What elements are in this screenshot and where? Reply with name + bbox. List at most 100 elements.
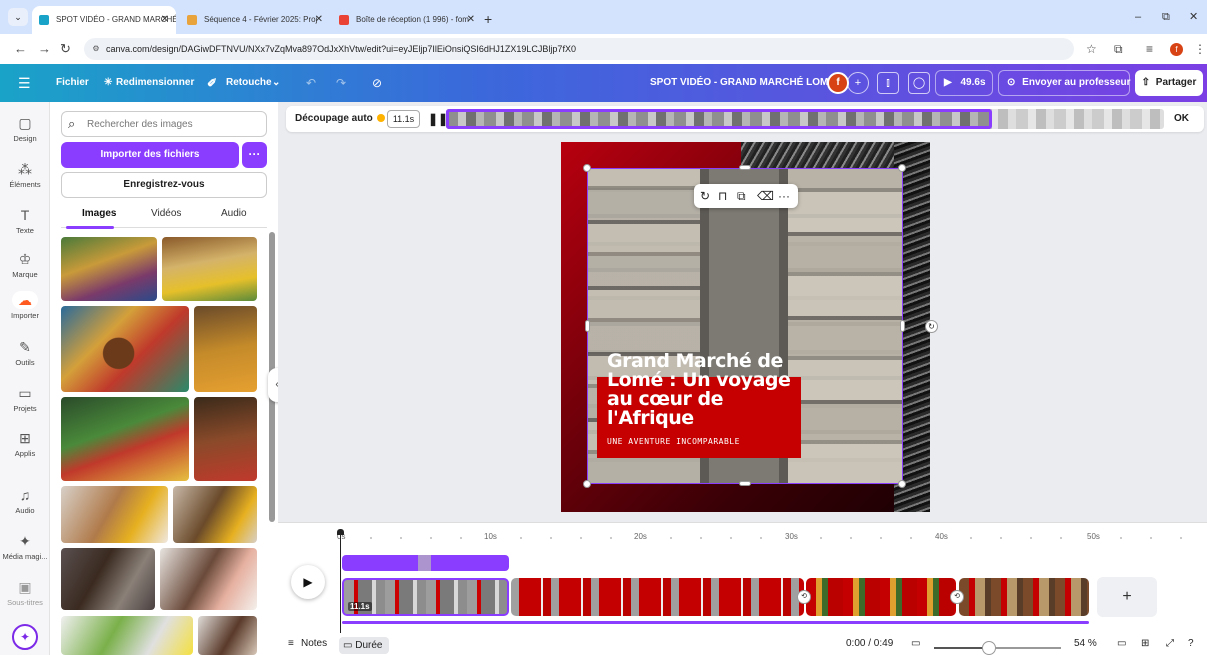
register-button[interactable]: Enregistrez-vous: [61, 172, 267, 198]
share-button[interactable]: ⇧ Partager: [1135, 70, 1203, 96]
send-to-teacher-button[interactable]: ⊙ Envoyer au professeur: [998, 70, 1131, 96]
forward-arrow-icon[interactable]: →: [38, 40, 51, 58]
resize-handle[interactable]: [739, 481, 751, 486]
image-thumbnail[interactable]: [61, 548, 155, 610]
image-thumbnail[interactable]: [61, 397, 189, 481]
rail-item-brand[interactable]: ♔ Marque: [0, 250, 50, 279]
timeline-play-button[interactable]: ▶: [291, 565, 325, 599]
image-thumbnail[interactable]: [160, 548, 257, 610]
replace-rotate-icon[interactable]: ↻: [700, 184, 710, 208]
image-thumbnail[interactable]: [61, 486, 168, 543]
lock-icon[interactable]: ⊓: [718, 184, 727, 208]
trim-ok-button[interactable]: OK: [1174, 106, 1189, 132]
back-arrow-icon[interactable]: ←: [14, 40, 27, 58]
retouch-menu[interactable]: Retouche: [226, 64, 272, 102]
import-files-button[interactable]: Importer des fichiers: [61, 142, 239, 168]
restore-button[interactable]: ⧉: [1162, 6, 1170, 28]
image-thumbnail[interactable]: [61, 616, 193, 655]
video-clip[interactable]: [959, 578, 1089, 616]
tab-search-icon[interactable]: ⌄: [8, 8, 28, 26]
resize-handle[interactable]: [583, 164, 591, 172]
notes-icon[interactable]: ≡: [288, 635, 294, 653]
image-thumbnail[interactable]: [61, 237, 157, 301]
trim-duration[interactable]: 11.1s: [387, 110, 420, 128]
add-clip-button[interactable]: +: [1097, 577, 1157, 617]
help-icon[interactable]: ?: [1188, 635, 1194, 653]
page-view-icon[interactable]: ▭: [1117, 635, 1126, 653]
tab-images[interactable]: Images: [82, 206, 116, 222]
reload-icon[interactable]: ↻: [60, 40, 71, 58]
browser-tab-mail[interactable]: Boîte de réception (1 996) - fom ✕: [332, 6, 482, 34]
fullscreen-preview-icon[interactable]: ▭: [911, 635, 920, 653]
rail-item-apps[interactable]: ⊞ Applis: [0, 429, 50, 458]
notes-button[interactable]: Notes: [301, 635, 327, 653]
add-collaborator-icon[interactable]: +: [847, 72, 869, 94]
expand-icon[interactable]: ⤢: [1166, 635, 1174, 653]
tab-videos[interactable]: Vidéos: [151, 206, 181, 222]
rail-item-elements[interactable]: ⁂ Éléments: [0, 160, 50, 189]
url-field[interactable]: ⚙ canva.com/design/DAGiwDFTNVU/NXx7vZqMv…: [84, 38, 1074, 60]
chevron-down-icon[interactable]: ⌄: [272, 64, 280, 102]
rail-item-audio[interactable]: ♫ Audio: [0, 486, 50, 515]
zoom-level[interactable]: 54 %: [1074, 635, 1097, 653]
browser-tab-canva[interactable]: SPOT VIDÉO - GRAND MARCHÉ ✕: [32, 6, 176, 34]
close-tab-icon[interactable]: ✕: [315, 6, 323, 34]
browser-tab-sequence[interactable]: Séquence 4 - Février 2025: Proj ✕: [180, 6, 330, 34]
image-thumbnail[interactable]: [61, 306, 189, 392]
redo-icon[interactable]: ↷: [336, 64, 346, 102]
rail-item-subtitles[interactable]: ▣ Sous-titres: [0, 578, 50, 607]
image-thumbnail[interactable]: [173, 486, 257, 543]
rail-item-tools[interactable]: ✎ Outils: [0, 338, 50, 367]
image-thumbnail[interactable]: [198, 616, 257, 655]
rail-item-upload[interactable]: ☁ Importer: [0, 291, 50, 320]
zoom-slider-knob[interactable]: [982, 641, 996, 655]
video-clip[interactable]: [806, 578, 956, 616]
user-avatar[interactable]: f: [827, 72, 849, 94]
transition-icon[interactable]: ⟲: [797, 590, 811, 604]
transition-icon[interactable]: ⟲: [950, 590, 964, 604]
trash-icon[interactable]: ⌫: [757, 184, 774, 208]
file-menu[interactable]: Fichier: [56, 64, 89, 102]
extensions-icon[interactable]: ⧉: [1114, 41, 1123, 57]
browser-menu-icon[interactable]: ⋮: [1194, 41, 1206, 57]
document-title[interactable]: SPOT VIDÉO - GRAND MARCHÉ LOMÉ: [650, 64, 835, 102]
image-search-input[interactable]: ⌕ Rechercher des images: [61, 111, 267, 137]
profile-avatar[interactable]: f: [1170, 43, 1183, 56]
close-tab-icon[interactable]: ✕: [161, 6, 169, 34]
preview-play-button[interactable]: ▶ 49.6s: [935, 70, 993, 96]
resize-handle[interactable]: [583, 480, 591, 488]
more-options-button[interactable]: ···: [242, 142, 267, 168]
close-tab-icon[interactable]: ✕: [467, 6, 475, 34]
auto-trim-label[interactable]: Découpage auto: [295, 106, 385, 132]
rail-item-magic-media[interactable]: ✦ Média magi...: [0, 532, 50, 561]
resize-handle[interactable]: [898, 480, 906, 488]
more-options-icon[interactable]: ···: [778, 184, 790, 208]
rail-item-text[interactable]: T Texte: [0, 206, 50, 235]
duplicate-icon[interactable]: ⧉: [737, 184, 746, 208]
resize-handle[interactable]: [900, 320, 905, 332]
rail-item-design[interactable]: ▢ Design: [0, 114, 50, 143]
tab-audio[interactable]: Audio: [221, 206, 247, 222]
hamburger-icon[interactable]: ☰: [18, 64, 31, 102]
minimize-button[interactable]: –: [1135, 6, 1141, 28]
insights-chart-icon[interactable]: ⫾: [877, 72, 899, 94]
cloud-saved-icon[interactable]: ⊘: [372, 64, 382, 102]
rotate-handle-icon[interactable]: ↻: [925, 320, 938, 333]
resize-button[interactable]: Redimensionner: [116, 64, 194, 102]
resize-handle[interactable]: [585, 320, 590, 332]
image-thumbnail[interactable]: [162, 237, 257, 301]
rail-item-projects[interactable]: ▭ Projets: [0, 384, 50, 413]
resize-handle[interactable]: [739, 165, 751, 170]
video-clip[interactable]: 11.1s: [342, 578, 509, 616]
close-window-button[interactable]: ✕: [1189, 6, 1198, 28]
image-thumbnail[interactable]: [194, 397, 257, 481]
duration-button[interactable]: ▭ Durée: [339, 637, 389, 654]
site-info-icon[interactable]: ⚙: [90, 43, 102, 55]
video-clip[interactable]: [511, 578, 804, 616]
undo-icon[interactable]: ↶: [306, 64, 316, 102]
resize-handle[interactable]: [898, 164, 906, 172]
trim-selection-handle[interactable]: [446, 109, 992, 129]
comment-icon[interactable]: ◯: [908, 72, 930, 94]
bookmark-star-icon[interactable]: ☆: [1086, 41, 1097, 57]
audio-clip[interactable]: [342, 555, 509, 571]
